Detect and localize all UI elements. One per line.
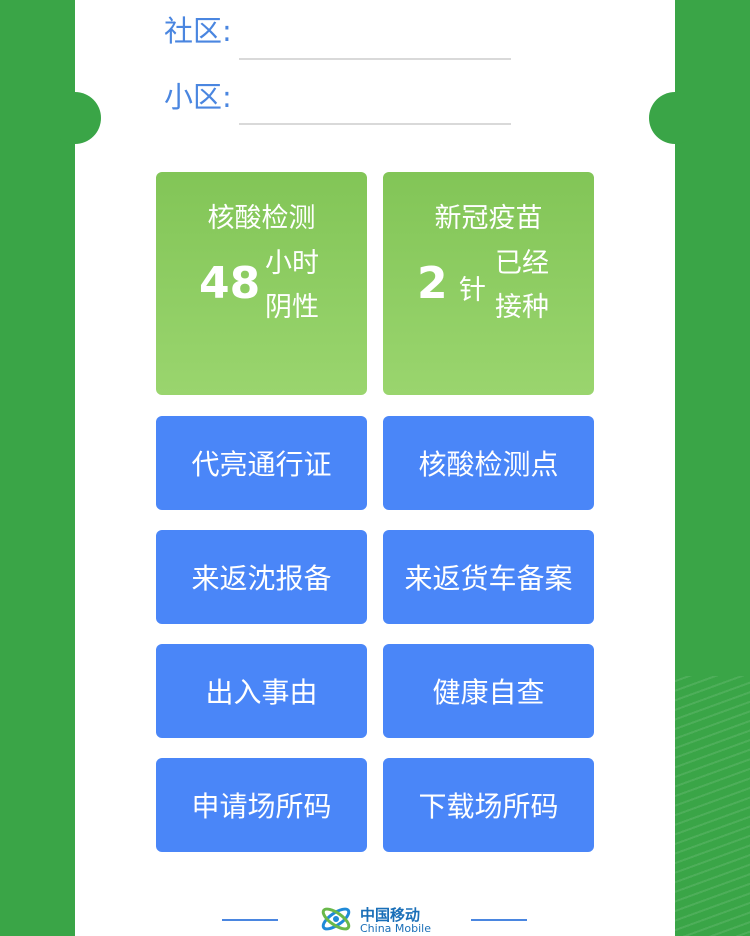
- vaccine-doses: 2: [417, 258, 448, 309]
- apply-venue-code-button[interactable]: 申请场所码: [156, 758, 367, 852]
- footer-divider-left: [222, 919, 278, 921]
- vaccine-status-line2: 接种: [495, 292, 549, 323]
- card-notch-right: [649, 92, 701, 144]
- download-venue-code-button[interactable]: 下载场所码: [383, 758, 594, 852]
- card-notch-left: [49, 92, 101, 144]
- nucleic-test-unit-line1: 小时: [265, 248, 319, 279]
- vaccine-dose-unit: 针: [459, 275, 486, 306]
- nucleic-test-hours: 48: [199, 258, 261, 309]
- china-mobile-logo-icon: [321, 907, 351, 931]
- neighborhood-input-line[interactable]: [239, 123, 511, 125]
- return-to-shenyang-report-button[interactable]: 来返沈报备: [156, 530, 367, 624]
- nucleic-test-title: 核酸检测: [207, 203, 316, 234]
- community-input-line[interactable]: [239, 58, 511, 60]
- vaccine-status-line1: 已经: [495, 248, 549, 279]
- community-label: 社区:: [164, 14, 232, 48]
- vaccine-status-text: 已经 接种: [495, 242, 549, 330]
- truck-registration-button[interactable]: 来返货车备案: [383, 530, 594, 624]
- nucleic-test-sites-button[interactable]: 核酸检测点: [383, 416, 594, 510]
- nucleic-test-status: 核酸检测 48 小时 阴性: [156, 172, 367, 395]
- nucleic-test-unit: 小时 阴性: [265, 242, 319, 330]
- entry-exit-reason-button[interactable]: 出入事由: [156, 644, 367, 738]
- footer-divider-right: [471, 919, 527, 921]
- logo-text-en: China Mobile: [360, 922, 432, 935]
- health-self-check-button[interactable]: 健康自查: [383, 644, 594, 738]
- pass-permit-button[interactable]: 代亮通行证: [156, 416, 367, 510]
- nucleic-test-unit-line2: 阴性: [265, 292, 319, 323]
- neighborhood-label: 小区:: [164, 80, 232, 114]
- vaccine-title: 新冠疫苗: [434, 203, 543, 234]
- china-mobile-logo: 中国移动 China Mobile: [318, 902, 436, 936]
- vaccine-status: 新冠疫苗 2 针 已经 接种: [383, 172, 594, 395]
